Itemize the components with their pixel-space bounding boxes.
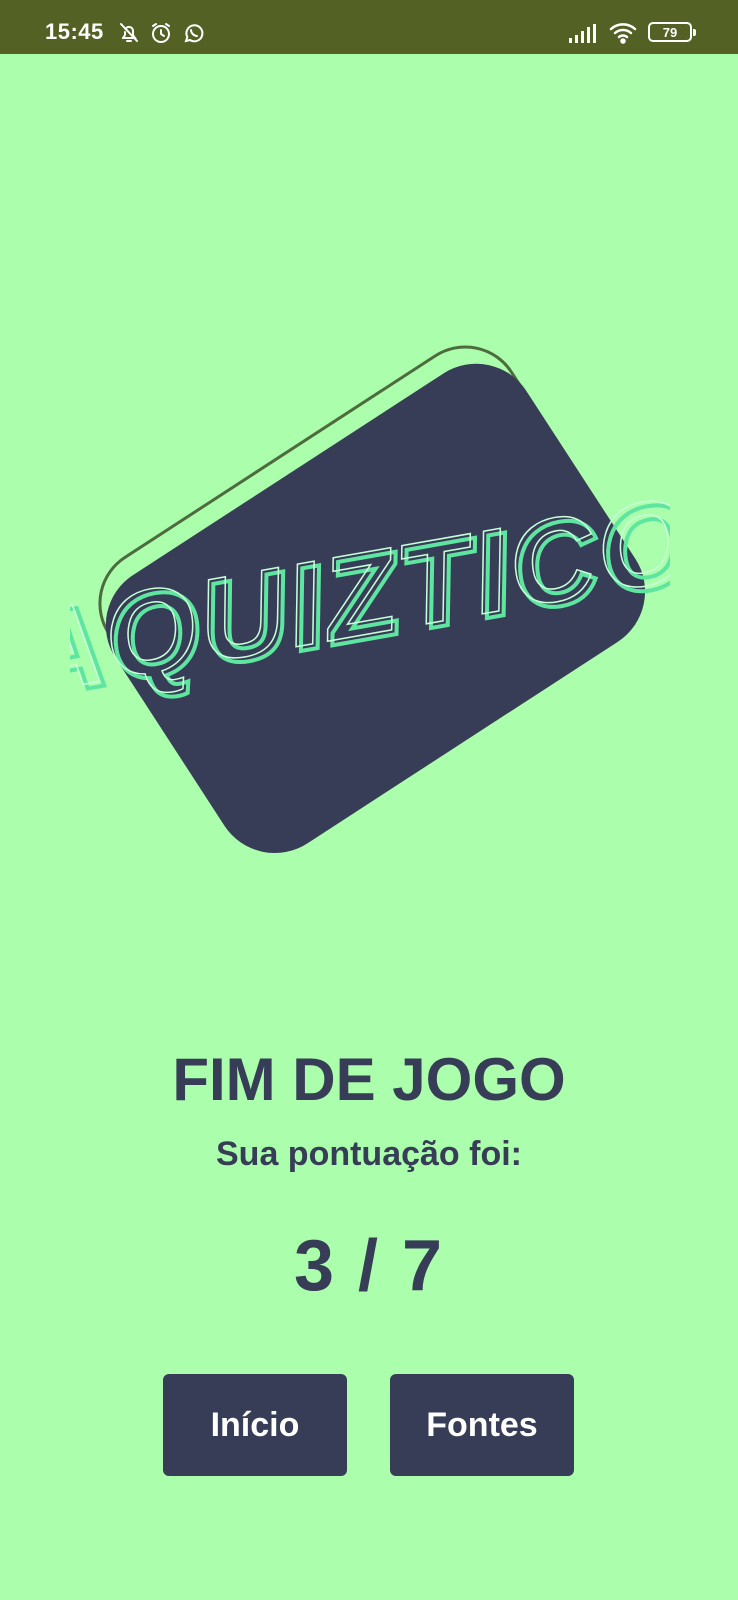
sources-button-label: Fontes [426,1405,538,1444]
status-time: 15:45 [45,19,104,44]
bell-off-icon [117,21,141,50]
status-bar: 15:45 79 [0,0,738,54]
battery-level: 79 [662,24,678,40]
alarm-icon [149,21,173,50]
game-over-title: FIM DE JOGO [172,1046,566,1113]
app-logo: AQUIZTICO AQUIZTICO [2,300,710,890]
score-value: 3 / 7 [293,1226,445,1306]
score-label: Sua pontuação foi: [216,1135,522,1173]
battery-icon: 79 [648,22,696,42]
signal-icon [568,24,596,49]
wifi-icon [608,21,640,50]
whatsapp-icon [182,21,206,50]
home-button[interactable]: Início [163,1374,347,1476]
sources-button[interactable]: Fontes [390,1374,574,1476]
home-button-label: Início [210,1405,300,1444]
